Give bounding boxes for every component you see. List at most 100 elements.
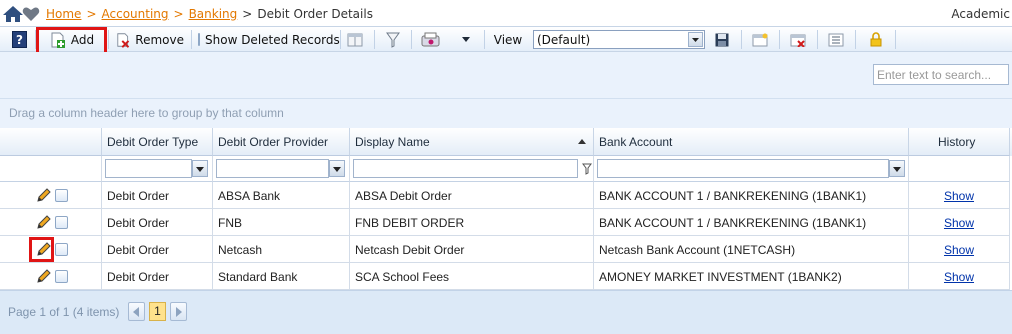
pager-info: Page 1 of 1 (4 items) — [8, 305, 120, 319]
pager-next-button[interactable] — [170, 302, 187, 321]
history-show-link[interactable]: Show — [944, 216, 974, 230]
top-right-label: Academic — [951, 7, 1010, 21]
home-icon[interactable] — [2, 5, 24, 23]
filter-input[interactable] — [105, 159, 192, 178]
header-bank-account[interactable]: Bank Account — [594, 128, 909, 156]
cell-display-name: ABSA Debit Order — [350, 182, 594, 209]
row-select-checkbox[interactable] — [55, 243, 68, 256]
save-icon — [715, 33, 729, 46]
history-show-link[interactable]: Show — [944, 243, 974, 257]
filter-icon[interactable] — [582, 163, 592, 175]
chevron-down-icon — [692, 38, 699, 42]
view-select-value: (Default) — [537, 33, 591, 47]
filter-input[interactable] — [597, 159, 889, 178]
show-deleted-checkbox[interactable] — [198, 33, 200, 46]
row-actions — [0, 236, 102, 263]
save-view-button[interactable] — [711, 29, 733, 50]
pager-prev-button[interactable] — [128, 302, 145, 321]
row-select-checkbox[interactable] — [55, 189, 68, 202]
cell-display-name: Netcash Debit Order — [350, 236, 594, 263]
cell-text: Debit Order — [107, 270, 170, 284]
breadcrumb-accounting[interactable]: Accounting — [102, 7, 169, 21]
cell-display-name: SCA School Fees — [350, 263, 594, 290]
heart-icon[interactable] — [22, 5, 40, 23]
header-label: Debit Order Provider — [218, 135, 329, 149]
filter-debit-order-provider — [213, 156, 350, 182]
table-row[interactable]: Debit Order Standard Bank SCA School Fee… — [0, 263, 1012, 290]
cell-text: AMONEY MARKET INVESTMENT (1BANK2) — [599, 270, 842, 284]
history-show-link[interactable]: Show — [944, 270, 974, 284]
cell-text: Debit Order — [107, 189, 170, 203]
export-icon — [421, 32, 440, 46]
edit-pencil-icon[interactable] — [36, 215, 51, 230]
lock-button[interactable] — [865, 29, 887, 50]
cell-text: BANK ACCOUNT 1 / BANKREKENING (1BANK1) — [599, 216, 867, 230]
filter-dropdown-button[interactable] — [329, 160, 345, 177]
edit-pencil-icon[interactable] — [36, 188, 51, 203]
search-input[interactable] — [873, 64, 1009, 85]
filter-dropdown-button[interactable] — [889, 160, 905, 177]
toolbar: ? Add Remove Show Deleted Records View (… — [0, 26, 1012, 55]
header-debit-order-provider[interactable]: Debit Order Provider — [213, 128, 350, 156]
cell-display-name: FNB DEBIT ORDER — [350, 209, 594, 236]
table-row[interactable]: Debit Order FNB FNB DEBIT ORDER BANK ACC… — [0, 209, 1012, 236]
view-select-dropdown-button[interactable] — [688, 32, 703, 47]
filter-input[interactable] — [216, 159, 329, 178]
filter-dropdown-button[interactable] — [192, 160, 208, 177]
cell-text: Netcash Bank Account (1NETCASH) — [599, 243, 796, 257]
edit-pencil-icon[interactable] — [36, 242, 51, 257]
column-chooser-button[interactable] — [344, 29, 366, 50]
cell-type: Debit Order — [102, 263, 213, 290]
svg-text:?: ? — [16, 33, 23, 47]
header-history[interactable]: History — [909, 128, 1010, 156]
filter-history — [909, 156, 1010, 182]
help-button[interactable]: ? — [9, 29, 29, 50]
breadcrumb-banking[interactable]: Banking — [189, 7, 238, 21]
delete-view-button[interactable] — [787, 29, 809, 50]
row-select-checkbox[interactable] — [55, 270, 68, 283]
cell-history: Show — [909, 236, 1010, 263]
filter-display-name — [350, 156, 594, 182]
table-row[interactable]: Debit Order ABSA Bank ABSA Debit Order B… — [0, 182, 1012, 209]
remove-button-label: Remove — [135, 32, 184, 47]
export-button[interactable] — [418, 29, 444, 50]
header-debit-order-type[interactable]: Debit Order Type — [102, 128, 213, 156]
remove-button[interactable]: Remove — [116, 29, 184, 50]
filter-input[interactable] — [353, 159, 578, 178]
row-select-checkbox[interactable] — [55, 216, 68, 229]
cell-text: Debit Order — [107, 216, 170, 230]
cell-bank-account: Netcash Bank Account (1NETCASH) — [594, 236, 909, 263]
add-button-label: Add — [70, 32, 95, 47]
header-label: History — [938, 135, 976, 149]
lock-icon — [870, 32, 882, 47]
view-label: View — [493, 32, 523, 47]
export-dropdown[interactable] — [456, 29, 476, 50]
cell-text: Netcash — [218, 243, 263, 257]
breadcrumb-home[interactable]: Home — [46, 7, 81, 21]
cell-text: FNB — [218, 216, 242, 230]
cell-history: Show — [909, 182, 1010, 209]
view-properties-button[interactable] — [825, 29, 847, 50]
group-panel[interactable]: Drag a column header here to group by th… — [0, 98, 1012, 128]
edit-pencil-icon[interactable] — [36, 269, 51, 284]
history-show-link[interactable]: Show — [944, 189, 974, 203]
cell-text: Debit Order — [107, 243, 170, 257]
view-select[interactable]: (Default) — [533, 30, 705, 49]
breadcrumb: Home > Accounting > Banking > Debit Order Deta… — [46, 7, 373, 21]
add-button[interactable]: Add — [45, 29, 99, 50]
filter-debit-order-type — [102, 156, 213, 182]
pager-current-page[interactable]: 1 — [149, 302, 166, 321]
show-deleted-toggle[interactable]: Show Deleted Records — [198, 29, 340, 50]
table-row[interactable]: Debit Order Netcash Netcash Debit Order … — [0, 236, 1012, 263]
header-display-name[interactable]: Display Name — [350, 128, 594, 156]
filter-bank-account — [594, 156, 909, 182]
top-bar: Home > Accounting > Banking > Debit Order Deta… — [0, 0, 1012, 28]
breadcrumb-current: Debit Order Details — [257, 7, 373, 21]
column-chooser-icon — [347, 33, 363, 46]
cell-bank-account: BANK ACCOUNT 1 / BANKREKENING (1BANK1) — [594, 182, 909, 209]
cell-text: Standard Bank — [218, 270, 298, 284]
grid-header-row: Debit Order Type Debit Order Provider Di… — [0, 128, 1012, 156]
cell-type: Debit Order — [102, 182, 213, 209]
filter-button[interactable] — [382, 29, 404, 50]
new-view-button[interactable] — [749, 29, 771, 50]
